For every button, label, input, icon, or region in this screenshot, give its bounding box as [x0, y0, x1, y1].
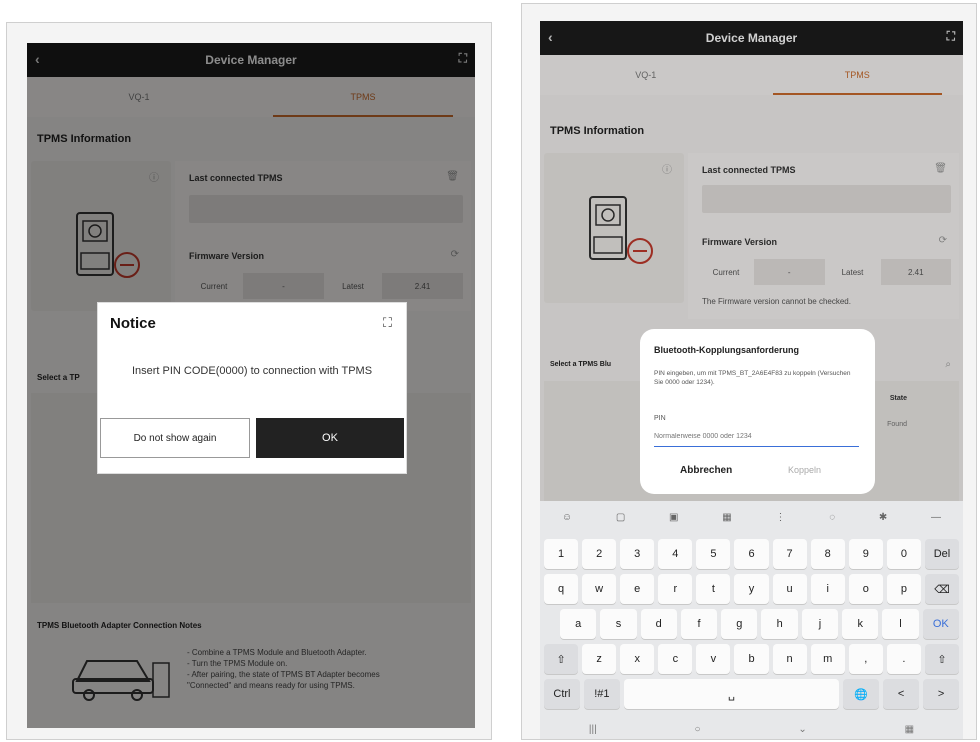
mic-icon[interactable]: ⋮: [775, 512, 785, 523]
left-screenshot: ‹ Device Manager ⛶ VQ-1 TPMS TPMS Inform…: [6, 22, 492, 740]
space-key[interactable]: ␣: [623, 679, 840, 709]
dialog-text: PIN eingeben, um mit TPMS_BT_2A6E4F83 zu…: [654, 370, 851, 386]
key[interactable]: d: [640, 609, 677, 639]
key[interactable]: q: [544, 574, 579, 604]
keyboard-toolbar: ☺ ▢ ▣ ▦ ⋮ ◌ ✱ —: [540, 501, 963, 533]
pin-input[interactable]: [654, 427, 859, 447]
key[interactable]: p: [886, 574, 921, 604]
ok-button[interactable]: OK: [256, 418, 404, 458]
key[interactable]: 9: [848, 539, 883, 569]
notice-dialog: Notice ⛶ Insert PIN CODE(0000) to connec…: [97, 302, 407, 474]
key[interactable]: s: [600, 609, 637, 639]
key[interactable]: i: [810, 574, 845, 604]
pin-label: PIN: [654, 415, 666, 422]
expand-icon[interactable]: ⛶: [383, 315, 392, 331]
key[interactable]: 1: [544, 539, 579, 569]
key[interactable]: b: [734, 644, 769, 674]
key[interactable]: z: [582, 644, 617, 674]
keyboard-hide-icon[interactable]: ▦: [905, 724, 914, 735]
key[interactable]: r: [658, 574, 693, 604]
key[interactable]: v: [696, 644, 731, 674]
key[interactable]: a: [560, 609, 597, 639]
key[interactable]: g: [721, 609, 758, 639]
image-icon[interactable]: ▣: [669, 512, 678, 523]
back-nav-icon[interactable]: ⌄: [798, 724, 806, 735]
notice-message: Insert PIN CODE(0000) to connection with…: [131, 365, 373, 377]
settings-icon[interactable]: ✱: [879, 512, 887, 523]
enter-key[interactable]: OK: [922, 609, 959, 639]
ctrl-key[interactable]: Ctrl: [544, 679, 580, 709]
key[interactable]: w: [582, 574, 617, 604]
key[interactable]: k: [842, 609, 879, 639]
key[interactable]: n: [772, 644, 807, 674]
left-app-screen: ‹ Device Manager ⛶ VQ-1 TPMS TPMS Inform…: [27, 43, 475, 728]
key[interactable]: f: [680, 609, 718, 639]
text-icon[interactable]: ◌: [829, 512, 835, 523]
key[interactable]: o: [848, 574, 883, 604]
right-arrow-key[interactable]: >: [923, 679, 959, 709]
key[interactable]: x: [620, 644, 655, 674]
key-row-bottom: Ctrl !#1 ␣ 🌐 < >: [544, 679, 959, 709]
delete-key[interactable]: Del: [924, 539, 960, 569]
right-app-screen: ‹ Device Manager ⛶ VQ-1 TPMS TPMS Inform…: [540, 21, 963, 739]
key-row-asdf: a s d f g h j k l OK: [560, 609, 959, 639]
language-icon[interactable]: 🌐: [843, 679, 880, 709]
shift-icon[interactable]: ⇧: [544, 644, 579, 674]
key[interactable]: 5: [696, 539, 731, 569]
notice-title: Notice: [110, 315, 156, 332]
recents-icon[interactable]: |||: [589, 724, 597, 735]
do-not-show-again-button[interactable]: Do not show again: [100, 418, 250, 458]
key[interactable]: .: [886, 644, 921, 674]
symbols-key[interactable]: !#1: [583, 679, 620, 709]
right-screenshot: ‹ Device Manager ⛶ VQ-1 TPMS TPMS Inform…: [521, 3, 977, 740]
backspace-icon[interactable]: ⌫: [924, 574, 960, 604]
shift-icon[interactable]: ⇧: [924, 644, 960, 674]
key[interactable]: 7: [772, 539, 807, 569]
key[interactable]: y: [734, 574, 769, 604]
cancel-button[interactable]: Abbrechen: [680, 465, 732, 476]
key[interactable]: 4: [658, 539, 693, 569]
left-arrow-key[interactable]: <: [883, 679, 920, 709]
system-nav-bar: ||| ○ ⌄ ▦: [540, 715, 963, 739]
key[interactable]: 2: [582, 539, 617, 569]
key[interactable]: 6: [734, 539, 769, 569]
emoji-icon[interactable]: ☺: [562, 512, 572, 523]
key[interactable]: t: [696, 574, 731, 604]
bluetooth-pairing-dialog: Bluetooth-Kopplungsanforderung PIN einge…: [640, 329, 875, 494]
key-row-zxcv: ⇧ z x c v b n m , . ⇧: [544, 644, 960, 674]
more-icon[interactable]: —: [931, 512, 941, 523]
key[interactable]: u: [772, 574, 807, 604]
key[interactable]: m: [810, 644, 845, 674]
clipboard-icon[interactable]: ▢: [616, 512, 625, 523]
grid-icon[interactable]: ▦: [722, 512, 731, 523]
key[interactable]: 3: [620, 539, 655, 569]
key[interactable]: j: [801, 609, 839, 639]
key-row-numbers: 1 2 3 4 5 6 7 8 9 0 Del: [544, 539, 960, 569]
key[interactable]: 8: [810, 539, 845, 569]
key[interactable]: c: [658, 644, 693, 674]
key[interactable]: l: [882, 609, 919, 639]
home-icon[interactable]: ○: [695, 724, 701, 735]
key-row-qwerty: q w e r t y u i o p ⌫: [544, 574, 960, 604]
key[interactable]: ,: [848, 644, 883, 674]
key[interactable]: h: [761, 609, 798, 639]
on-screen-keyboard: ☺ ▢ ▣ ▦ ⋮ ◌ ✱ — 1 2 3 4 5 6 7 8 9 0 Del: [540, 501, 963, 739]
key[interactable]: e: [620, 574, 655, 604]
dialog-title: Bluetooth-Kopplungsanforderung: [654, 345, 799, 355]
pair-button[interactable]: Koppeln: [788, 465, 821, 475]
key[interactable]: 0: [886, 539, 921, 569]
